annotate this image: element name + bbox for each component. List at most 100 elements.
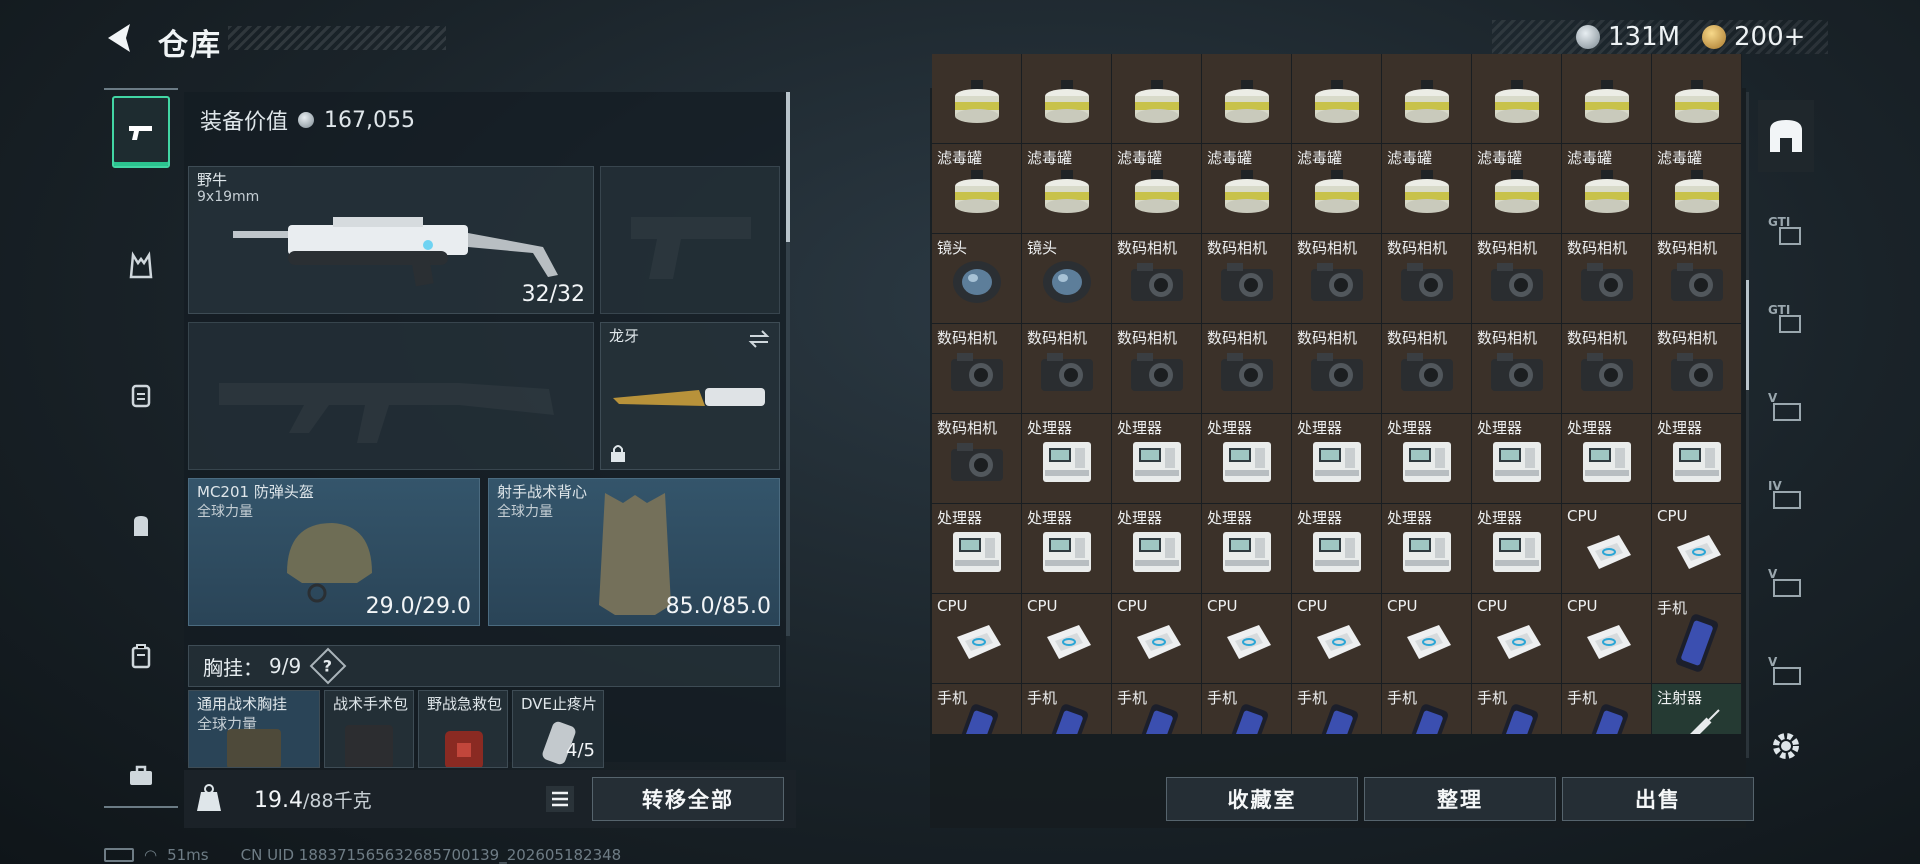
inventory-cell[interactable]: 滤毒罐 — [1382, 144, 1471, 233]
collection-button[interactable]: 收藏室 — [1166, 777, 1358, 821]
help-icon[interactable]: ? — [309, 647, 347, 685]
inventory-cell[interactable]: 数码相机 — [1292, 324, 1381, 413]
inventory-cell[interactable]: 数码相机 — [1112, 324, 1201, 413]
settings-button[interactable] — [1758, 710, 1814, 782]
inventory-cell[interactable]: 处理器 — [1382, 504, 1471, 593]
inventory-cell[interactable]: 手机 — [1202, 684, 1291, 734]
inventory-cell[interactable]: 数码相机 — [1562, 234, 1651, 323]
nav-toolbox[interactable] — [112, 740, 170, 812]
inventory-cell[interactable]: CPU — [1472, 594, 1561, 683]
inventory-cell[interactable]: 数码相机 — [1202, 234, 1291, 323]
back-button[interactable] — [100, 18, 140, 58]
inventory-cell[interactable]: CPU — [1112, 594, 1201, 683]
inventory-cell[interactable]: 数码相机 — [1472, 234, 1561, 323]
tab-v-card-1[interactable]: V — [1758, 370, 1814, 442]
inventory-cell[interactable]: 滤毒罐 — [1022, 144, 1111, 233]
chest-item-tactical-rig[interactable]: 通用战术胸挂 全球力量 — [188, 690, 320, 768]
inventory-cell[interactable] — [1202, 54, 1291, 143]
inventory-cell[interactable]: 处理器 — [1292, 504, 1381, 593]
sort-button[interactable]: 整理 — [1364, 777, 1556, 821]
helmet-slot[interactable]: MC201 防弹头盔 全球力量 29.0/29.0 — [188, 478, 480, 626]
inventory-cell[interactable]: 手机 — [1652, 594, 1741, 683]
swap-icon[interactable] — [747, 329, 771, 349]
inventory-cell[interactable] — [932, 54, 1021, 143]
chest-item-surgery-kit[interactable]: 战术手术包 — [324, 690, 414, 768]
nav-weapons[interactable] — [112, 96, 170, 168]
tab-iv-card[interactable]: IV — [1758, 458, 1814, 530]
inventory-cell[interactable] — [1382, 54, 1471, 143]
gold-currency[interactable]: 200+ — [1702, 22, 1805, 52]
rifle-slot[interactable] — [188, 322, 594, 470]
inventory-cell[interactable]: 数码相机 — [932, 414, 1021, 503]
inventory-cell[interactable]: 处理器 — [1112, 414, 1201, 503]
inventory-scroll-thumb[interactable] — [1746, 280, 1749, 390]
inventory-cell[interactable]: 数码相机 — [1652, 234, 1741, 323]
inventory-cell[interactable]: CPU — [1652, 504, 1741, 593]
list-view-icon[interactable] — [544, 784, 576, 814]
inventory-cell[interactable]: 数码相机 — [1202, 324, 1291, 413]
silver-currency[interactable]: 131M — [1576, 22, 1680, 52]
inventory-cell[interactable]: 数码相机 — [1292, 234, 1381, 323]
inventory-cell[interactable]: 处理器 — [1472, 504, 1561, 593]
inventory-cell[interactable]: 镜头 — [932, 234, 1021, 323]
inventory-cell[interactable]: 滤毒罐 — [1202, 144, 1291, 233]
secondary-weapon-slot[interactable] — [600, 166, 780, 314]
tab-v-card-3[interactable]: V — [1758, 634, 1814, 706]
inventory-cell[interactable]: 处理器 — [1562, 414, 1651, 503]
chest-item-first-aid[interactable]: 野战急救包 — [418, 690, 508, 768]
vest-slot[interactable]: 射手战术背心 全球力量 85.0/85.0 — [488, 478, 780, 626]
inventory-cell[interactable]: 数码相机 — [1022, 324, 1111, 413]
nav-case[interactable] — [112, 620, 170, 692]
melee-slot[interactable]: 龙牙 — [600, 322, 780, 470]
inventory-cell[interactable]: 手机 — [1562, 684, 1651, 734]
inventory-cell[interactable]: CPU — [1562, 504, 1651, 593]
inventory-cell[interactable]: 数码相机 — [1382, 324, 1471, 413]
inventory-cell[interactable]: 手机 — [1382, 684, 1471, 734]
inventory-cell[interactable] — [1022, 54, 1111, 143]
inventory-cell[interactable]: CPU — [1562, 594, 1651, 683]
inventory-cell[interactable]: 数码相机 — [1112, 234, 1201, 323]
inventory-cell[interactable]: 滤毒罐 — [1472, 144, 1561, 233]
inventory-cell[interactable]: 滤毒罐 — [1652, 144, 1741, 233]
inventory-cell[interactable]: CPU — [1202, 594, 1291, 683]
inventory-cell[interactable]: 数码相机 — [1652, 324, 1741, 413]
inventory-cell[interactable]: CPU — [1382, 594, 1471, 683]
inventory-cell[interactable]: 处理器 — [1382, 414, 1471, 503]
inventory-cell[interactable]: 滤毒罐 — [1112, 144, 1201, 233]
inventory-cell[interactable]: 滤毒罐 — [932, 144, 1021, 233]
inventory-cell[interactable]: 数码相机 — [1382, 234, 1471, 323]
inventory-cell[interactable]: 处理器 — [1022, 504, 1111, 593]
inventory-cell[interactable]: 数码相机 — [932, 324, 1021, 413]
inventory-cell[interactable] — [1292, 54, 1381, 143]
inventory-cell[interactable]: 处理器 — [1112, 504, 1201, 593]
inventory-cell[interactable]: 处理器 — [1652, 414, 1741, 503]
inventory-scrollbar[interactable] — [1746, 92, 1749, 758]
inventory-cell[interactable]: 数码相机 — [1562, 324, 1651, 413]
inventory-cell[interactable]: 滤毒罐 — [1562, 144, 1651, 233]
inventory-cell[interactable] — [1112, 54, 1201, 143]
inventory-cell[interactable]: 手机 — [1472, 684, 1561, 734]
tab-safe-box[interactable] — [1758, 100, 1814, 172]
chest-item-painkiller[interactable]: DVE止疼片 4/5 — [512, 690, 604, 768]
primary-weapon-slot[interactable]: 野牛 9x19mm 32/32 — [188, 166, 594, 314]
inventory-cell[interactable]: 处理器 — [1202, 504, 1291, 593]
inventory-cell[interactable] — [1562, 54, 1651, 143]
tab-v-card-2[interactable]: V — [1758, 546, 1814, 618]
inventory-cell[interactable]: 手机 — [1292, 684, 1381, 734]
equipment-scroll-thumb[interactable] — [786, 92, 790, 242]
nav-chest-rig[interactable] — [112, 360, 170, 432]
nav-backpack[interactable] — [112, 490, 170, 562]
inventory-cell[interactable]: 滤毒罐 — [1292, 144, 1381, 233]
inventory-cell[interactable]: 数码相机 — [1472, 324, 1561, 413]
inventory-cell[interactable]: 手机 — [1022, 684, 1111, 734]
transfer-all-button[interactable]: 转移全部 — [592, 777, 784, 821]
inventory-cell[interactable]: CPU — [932, 594, 1021, 683]
inventory-cell[interactable]: 手机 — [932, 684, 1021, 734]
inventory-cell[interactable]: 注射器 — [1652, 684, 1741, 734]
inventory-cell[interactable]: CPU — [1292, 594, 1381, 683]
inventory-cell[interactable]: 处理器 — [1472, 414, 1561, 503]
sell-button[interactable]: 出售 — [1562, 777, 1754, 821]
inventory-cell[interactable]: 处理器 — [1292, 414, 1381, 503]
inventory-cell[interactable]: CPU — [1022, 594, 1111, 683]
inventory-cell[interactable] — [1652, 54, 1741, 143]
